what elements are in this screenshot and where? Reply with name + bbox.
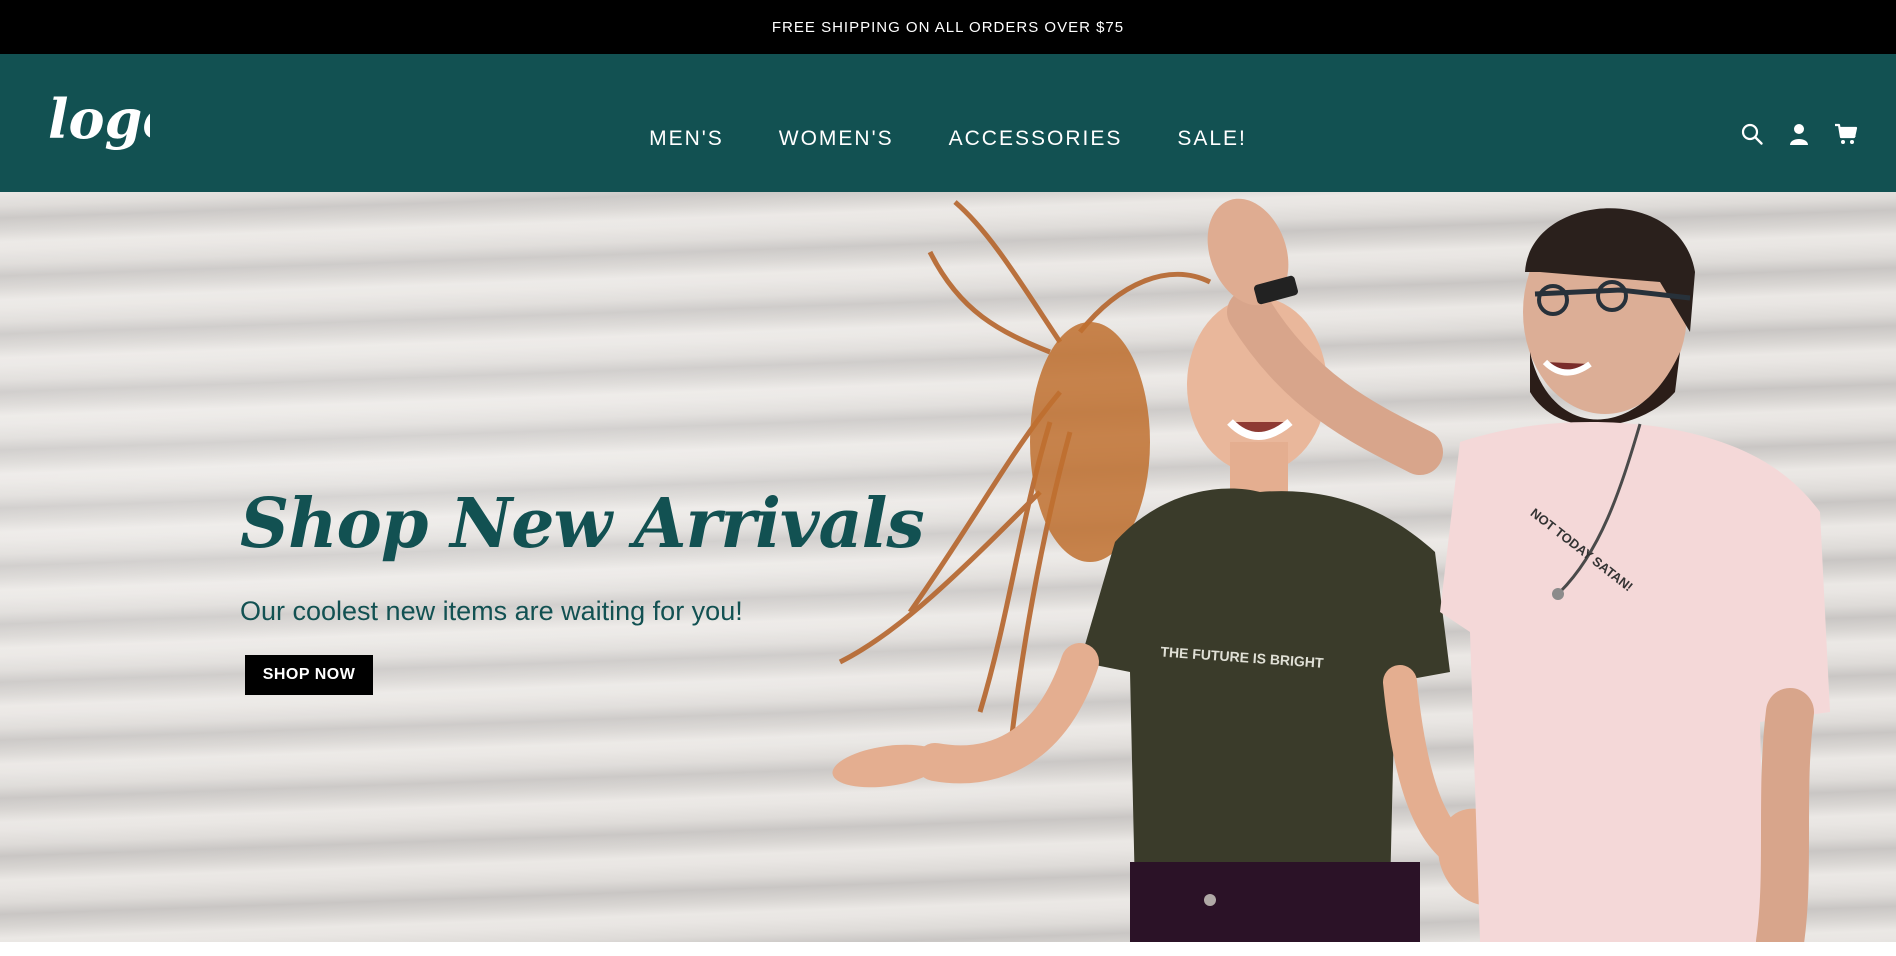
nav-item-sale[interactable]: SALE! <box>1177 127 1247 151</box>
nav-item-womens[interactable]: WOMEN'S <box>779 127 894 151</box>
search-icon[interactable] <box>1740 122 1764 146</box>
account-icon[interactable] <box>1787 122 1811 146</box>
hero-photo: THE FUTURE IS BRIGHT NOT TODAY SATAN! <box>832 198 1830 942</box>
header-icons <box>1740 122 1858 146</box>
hero-subtitle: Our coolest new items are waiting for yo… <box>240 596 743 626</box>
announcement-bar: FREE SHIPPING ON ALL ORDERS OVER $75 <box>0 0 1896 54</box>
shop-now-button[interactable]: SHOP NOW <box>245 655 373 695</box>
hero-banner: Shop New Arrivals Our coolest new items … <box>0 192 1896 942</box>
nav-item-accessories[interactable]: ACCESSORIES <box>949 127 1123 151</box>
cart-icon[interactable] <box>1834 122 1858 146</box>
announcement-text: FREE SHIPPING ON ALL ORDERS OVER $75 <box>771 18 1125 36</box>
page-bottom-strip <box>0 942 1896 956</box>
main-nav: MEN'S WOMEN'S ACCESSORIES SALE! <box>0 54 1896 192</box>
nav-item-mens[interactable]: MEN'S <box>649 127 724 151</box>
site-header: logo MEN'S WOMEN'S ACCESSORIES SALE! <box>0 54 1896 192</box>
